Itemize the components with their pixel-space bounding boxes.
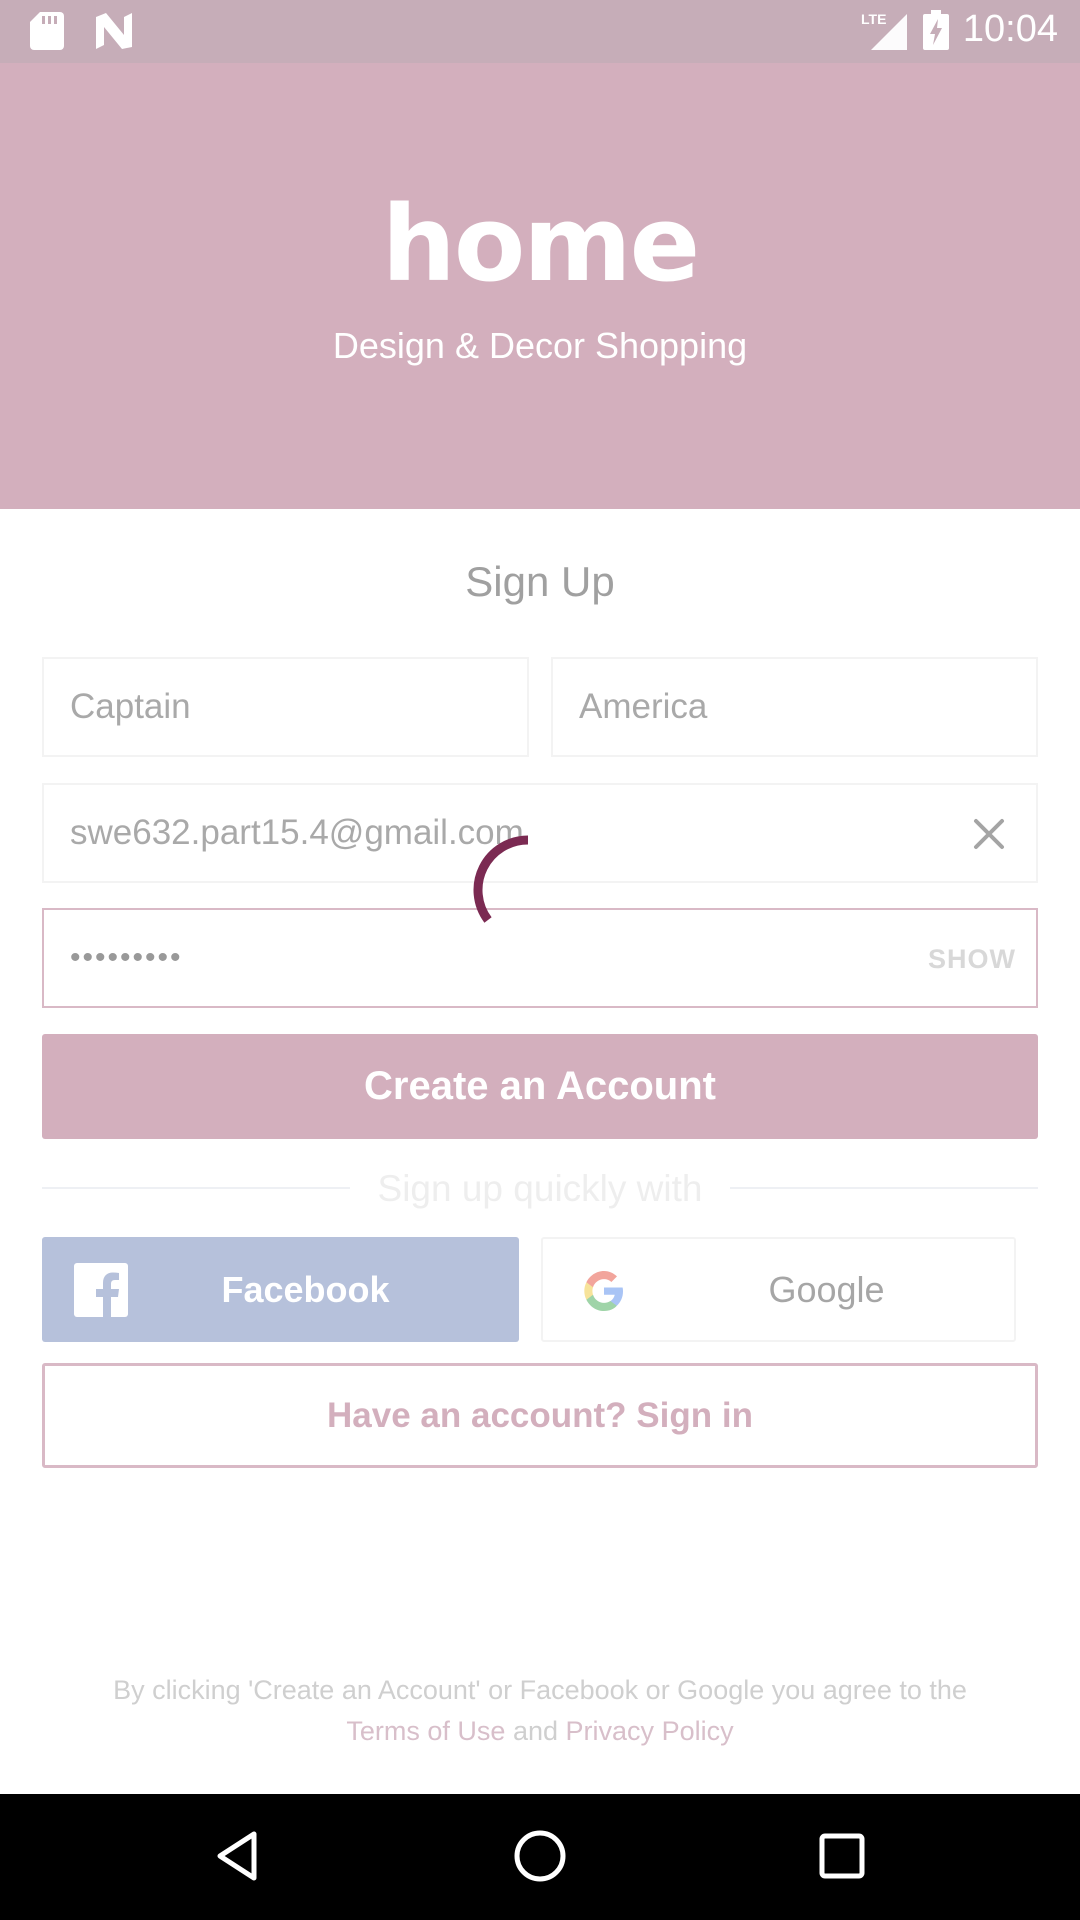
first-name-field[interactable]: Captain xyxy=(42,657,529,757)
show-password-button[interactable]: SHOW xyxy=(928,944,1016,975)
battery-charging-icon xyxy=(922,9,949,50)
legal-and: and xyxy=(512,1716,559,1746)
navigation-bar xyxy=(0,1794,1080,1920)
first-name-value: Captain xyxy=(70,687,191,726)
recent-apps-icon[interactable] xyxy=(812,1826,872,1886)
google-button[interactable]: Google xyxy=(541,1237,1016,1342)
sign-in-button[interactable]: Have an account? Sign in xyxy=(42,1363,1038,1468)
password-value: ••••••••• xyxy=(70,941,183,974)
status-bar: LTE 10:04 xyxy=(0,0,1080,63)
home-icon[interactable] xyxy=(510,1826,570,1886)
last-name-value: America xyxy=(579,687,708,726)
status-time: 10:04 xyxy=(962,8,1058,50)
google-label: Google xyxy=(768,1269,885,1310)
sd-card-icon xyxy=(30,12,64,50)
n-notification-icon xyxy=(96,13,132,49)
terms-link[interactable]: Terms of Use xyxy=(346,1716,505,1746)
hero-banner: home Design & Decor Shopping xyxy=(0,63,1080,509)
tagline: Design & Decor Shopping xyxy=(332,325,748,366)
page-title: Sign Up xyxy=(465,558,615,605)
app-logo: home xyxy=(381,183,700,305)
privacy-link[interactable]: Privacy Policy xyxy=(566,1716,734,1746)
back-icon[interactable] xyxy=(210,1826,270,1886)
svg-text:LTE: LTE xyxy=(861,11,886,27)
email-value: swe632.part15.4@gmail.com xyxy=(70,813,524,852)
lte-signal-icon: LTE xyxy=(861,11,907,50)
clear-icon[interactable] xyxy=(964,809,1014,859)
legal-text: By clicking 'Create an Account' or Faceb… xyxy=(113,1675,967,1705)
loading-spinner-icon xyxy=(473,835,529,923)
last-name-field[interactable]: America xyxy=(551,657,1038,757)
create-account-button[interactable]: Create an Account xyxy=(42,1034,1038,1139)
social-divider-text: Sign up quickly with xyxy=(377,1168,703,1209)
facebook-button[interactable]: Facebook xyxy=(42,1237,519,1342)
facebook-label: Facebook xyxy=(221,1269,390,1310)
legal-notice: By clicking 'Create an Account' or Faceb… xyxy=(60,1670,1020,1752)
